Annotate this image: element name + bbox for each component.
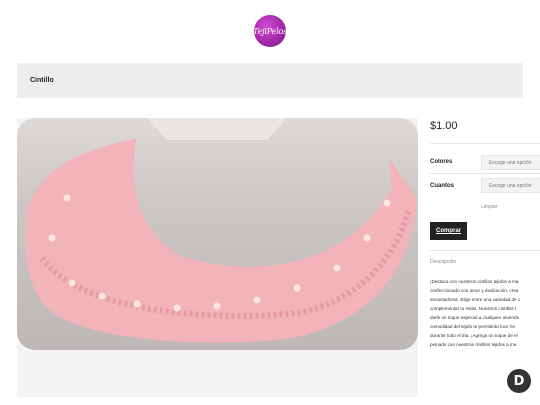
product-image[interactable] <box>17 118 418 350</box>
headband-photo <box>25 118 418 343</box>
site-logo[interactable]: TejiPelos <box>253 15 287 47</box>
variation-label-cuantos: Cuantos <box>430 183 454 189</box>
description-line: complementar tu estilo. Nuestros cintill… <box>430 306 517 311</box>
description-text: ¡Destaca con nuestros cintillos tejidos … <box>430 277 540 349</box>
logo-text: TejiPelos <box>253 26 287 36</box>
chat-d-icon: D <box>513 373 525 389</box>
divider <box>430 173 540 174</box>
colores-select[interactable]: Escoge una opción <box>481 155 540 170</box>
description-title: Descripción <box>430 259 457 265</box>
description-line: durante todo el día. ¡Agrega un toque de… <box>430 333 518 338</box>
cuantos-select-placeholder: Escoge una opción <box>489 182 532 189</box>
buy-button[interactable]: Comprar <box>430 222 467 240</box>
description-line: comodidad del tejido te permitirán lucir… <box>430 324 516 329</box>
description-line: encantadoras. Elige entre una variedad d… <box>430 297 521 302</box>
breadcrumb-title: Cintillo <box>30 77 54 84</box>
description-line: darle un toque especial a cualquier atue… <box>430 315 520 320</box>
clear-link[interactable]: Limpiar <box>481 204 497 210</box>
description-line: ¡Destaca con nuestros cintillos tejidos … <box>430 279 519 284</box>
cuantos-select[interactable]: Escoge una opción <box>481 178 540 193</box>
breadcrumb: Cintillo <box>17 63 523 98</box>
description-line: peinado con nuestros cintillos tejidos a… <box>430 342 517 347</box>
description-line: confeccionado con amor y dedicación, cre… <box>430 288 519 293</box>
chat-widget-button[interactable]: D <box>507 369 531 393</box>
colores-select-placeholder: Escoge una opción <box>489 159 532 166</box>
divider <box>430 250 540 251</box>
divider <box>430 143 540 144</box>
product-price: $1.00 <box>430 120 458 132</box>
variation-label-colores: Colores <box>430 159 453 165</box>
